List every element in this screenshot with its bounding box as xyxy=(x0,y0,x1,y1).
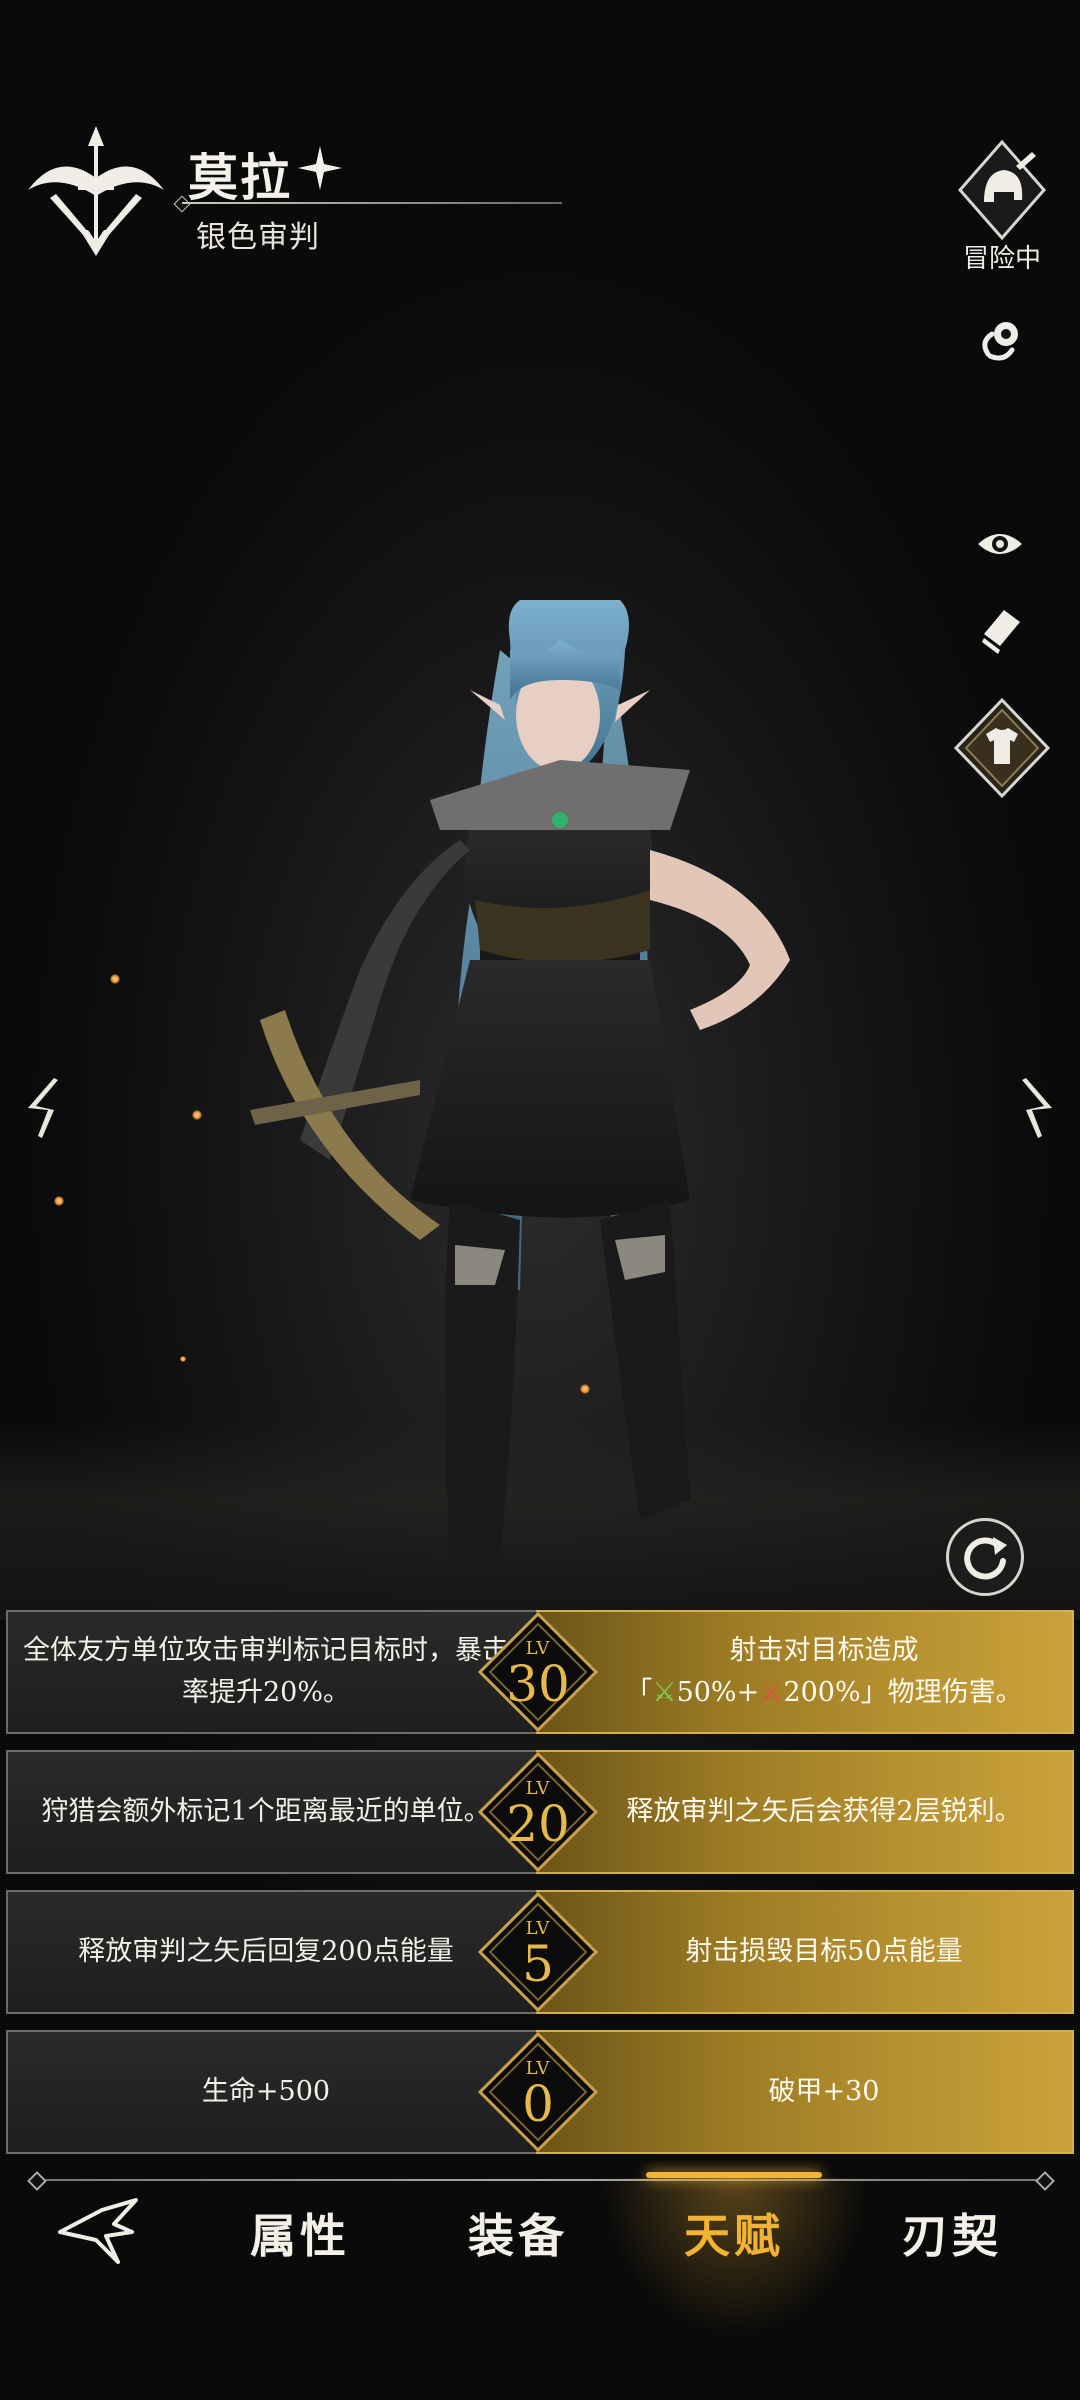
next-character-arrow[interactable] xyxy=(1016,1072,1062,1142)
talent-right-effect: 射击对目标造成 「⚔50%+⚔200%」物理伤害。 xyxy=(536,1610,1074,1734)
talent-row-lv20[interactable]: 狩猎会额外标记1个距离最近的单位。 释放审判之矢后会获得2层锐利。 LV 20 xyxy=(6,1750,1074,1874)
talent-row-lv5[interactable]: 释放审判之矢后回复200点能量 射击损毁目标50点能量 LV 5 xyxy=(6,1890,1074,2014)
character-name: 莫拉 xyxy=(188,148,292,207)
adventure-status-button[interactable]: 冒险中 xyxy=(950,138,1054,278)
archive-card-icon[interactable] xyxy=(970,598,1030,658)
level-number: 0 xyxy=(522,2075,554,2133)
class-emblem-icon xyxy=(28,126,164,256)
adventure-status-label: 冒险中 xyxy=(962,244,1041,274)
attack-red-icon: ⚔ xyxy=(759,1677,784,1708)
attack-green-icon: ⚔ xyxy=(652,1677,677,1708)
character-title: 银色审判 xyxy=(196,220,320,255)
tab-attributes[interactable]: 属性 xyxy=(200,2200,400,2266)
talent-right-line1: 射击对目标造成 xyxy=(729,1635,919,1666)
level-number: 30 xyxy=(506,1655,570,1713)
talent-right-line2: 「⚔50%+⚔200%」物理伤害。 xyxy=(625,1677,1023,1708)
nav-active-indicator xyxy=(646,2172,822,2178)
nav-divider xyxy=(34,2179,1046,2181)
talent-left-effect: 全体友方单位攻击审判标记目标时，暴击率提升20%。 xyxy=(6,1610,536,1734)
talent-right-effect: 释放审判之矢后会获得2层锐利。 xyxy=(536,1750,1074,1874)
previous-character-arrow[interactable] xyxy=(18,1072,64,1142)
refresh-icon xyxy=(964,1537,1007,1580)
talent-left-effect: 狩猎会额外标记1个距离最近的单位。 xyxy=(6,1750,536,1874)
reset-view-button[interactable] xyxy=(946,1518,1024,1596)
talent-left-effect: 生命+500 xyxy=(6,2030,536,2154)
voice-icon[interactable] xyxy=(970,312,1030,372)
talent-right-effect: 射击损毁目标50点能量 xyxy=(536,1890,1074,2014)
name-underline xyxy=(182,202,562,204)
outfit-button[interactable] xyxy=(950,696,1054,800)
tab-talent[interactable]: 天赋 xyxy=(634,2200,834,2266)
back-home-icon[interactable] xyxy=(56,2196,140,2266)
view-eye-icon[interactable] xyxy=(970,514,1030,574)
talent-right-effect: 破甲+30 xyxy=(536,2030,1074,2154)
talent-left-effect: 释放审判之矢后回复200点能量 xyxy=(6,1890,536,2014)
talent-row-lv30[interactable]: 全体友方单位攻击审判标记目标时，暴击率提升20%。 射击对目标造成 「⚔50%+… xyxy=(6,1610,1074,1734)
level-number: 20 xyxy=(506,1795,570,1853)
tab-equipment[interactable]: 装备 xyxy=(418,2200,618,2266)
level-number: 5 xyxy=(522,1935,554,1993)
talent-row-lv0[interactable]: 生命+500 破甲+30 LV 0 xyxy=(6,2030,1074,2154)
adventure-helmet-icon xyxy=(958,139,1046,241)
tab-blade-pact[interactable]: 刃契 xyxy=(852,2200,1052,2266)
star-rank-icon xyxy=(298,146,342,190)
